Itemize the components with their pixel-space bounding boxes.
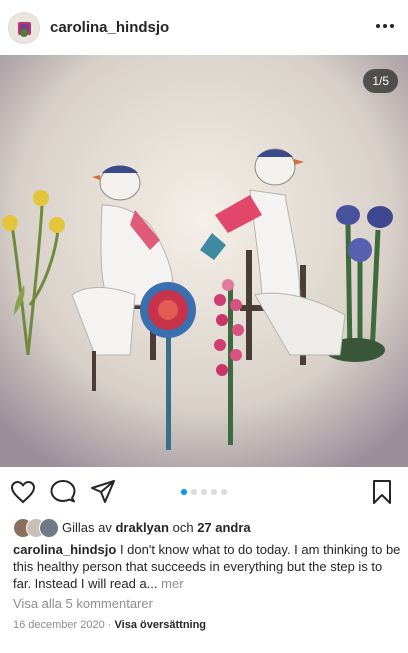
likes-row: Gillas av draklyan och 27 andra <box>13 518 403 538</box>
post-date: 16 december 2020 <box>13 619 105 631</box>
likes-others[interactable]: 27 andra <box>197 520 250 535</box>
post-header: carolina_hindsjo <box>0 0 408 55</box>
carousel-dots <box>0 489 408 495</box>
avatar-image <box>9 13 39 43</box>
post-username[interactable]: carolina_hindsjo <box>50 19 169 36</box>
three-dots-icon[interactable] <box>374 16 396 36</box>
likes-connector: och <box>172 520 194 535</box>
image-counter: 1/5 <box>363 69 398 93</box>
carousel-dot-active <box>181 489 187 495</box>
carousel-dot <box>221 489 227 495</box>
translate-link[interactable]: Visa översättning <box>115 619 207 631</box>
post-meta: 16 december 2020 · Visa översättning <box>13 619 206 631</box>
carousel-dot <box>191 489 197 495</box>
caption: carolina_hindsjo I don't know what to do… <box>13 541 403 592</box>
carousel-dot <box>201 489 207 495</box>
liker-avatars[interactable] <box>13 518 59 538</box>
meta-separator: · <box>107 619 112 631</box>
likes-prefix: Gillas av <box>62 520 112 535</box>
carousel-dot <box>211 489 217 495</box>
profile-avatar[interactable] <box>8 12 40 44</box>
likes-text[interactable]: Gillas av draklyan och 27 andra <box>62 520 251 535</box>
collage-artwork <box>0 55 408 467</box>
view-comments-link[interactable]: Visa alla 5 kommentarer <box>13 596 153 611</box>
caption-username[interactable]: carolina_hindsjo <box>13 542 116 557</box>
liker-avatar <box>39 518 59 538</box>
more-link[interactable]: mer <box>161 576 183 591</box>
likes-user[interactable]: draklyan <box>115 520 168 535</box>
post-image[interactable]: 1/5 <box>0 55 408 467</box>
